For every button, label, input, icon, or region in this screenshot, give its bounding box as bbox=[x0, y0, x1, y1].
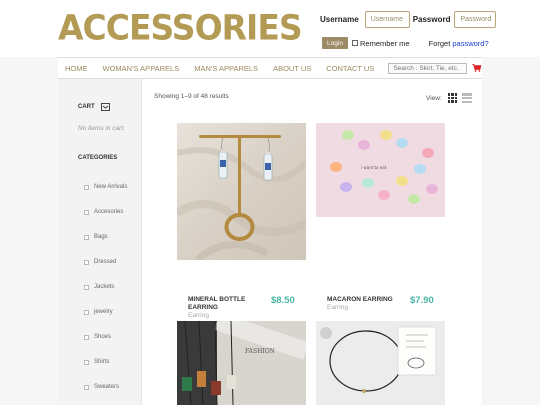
forgot-password-link[interactable]: password? bbox=[452, 39, 488, 48]
category-checkbox[interactable] bbox=[84, 309, 89, 315]
nav-home[interactable]: HOME bbox=[65, 64, 88, 73]
site-logo[interactable]: ACCESSORIES bbox=[58, 7, 303, 48]
cart-empty-message: No items in cart. bbox=[78, 125, 125, 132]
category-item[interactable]: New Arrivals bbox=[84, 184, 127, 190]
sidebar: CART No items in cart. CATEGORIES New Ar… bbox=[58, 79, 142, 405]
list-view-icon[interactable] bbox=[461, 93, 472, 103]
username-label: Username bbox=[320, 15, 359, 24]
product-listing: Showing 1–9 of 48 results View: MINERAL … bbox=[142, 79, 482, 405]
category-checkbox[interactable] bbox=[84, 209, 89, 215]
category-checkbox[interactable] bbox=[84, 284, 89, 290]
header: ACCESSORIES Username Username Password P… bbox=[0, 0, 540, 57]
category-item[interactable]: jewelry bbox=[84, 309, 113, 315]
category-checkbox[interactable] bbox=[84, 259, 89, 265]
product-image-macaron-earring[interactable]: i want to eat bbox=[316, 123, 445, 217]
category-label: Shoes bbox=[94, 334, 112, 340]
product-image-choker[interactable] bbox=[316, 321, 445, 405]
search-input[interactable]: Search : Skirt, Tie, etc. bbox=[388, 62, 468, 74]
product-name[interactable]: MACARON EARRING bbox=[327, 296, 397, 304]
results-count: Showing 1–9 of 48 results bbox=[154, 93, 229, 100]
shopping-cart-icon[interactable] bbox=[472, 63, 482, 73]
category-label: Dressed bbox=[94, 259, 117, 265]
category-checkbox[interactable] bbox=[84, 234, 89, 240]
product-image-necklaces[interactable]: FASHION bbox=[177, 321, 306, 405]
category-item[interactable]: Shirts bbox=[84, 359, 109, 365]
category-item[interactable]: Jackets bbox=[84, 284, 114, 290]
grid-view-icon[interactable] bbox=[447, 93, 458, 103]
category-item[interactable]: Accesories bbox=[84, 209, 123, 215]
main-nav: HOME WOMAN'S APPARELS MAN'S APPARELS ABO… bbox=[58, 57, 482, 79]
forgot-text: Forget bbox=[428, 38, 453, 48]
product-price: $8.50 bbox=[271, 295, 295, 306]
category-item[interactable]: Dressed bbox=[84, 259, 116, 265]
category-item[interactable]: Shoes bbox=[84, 334, 111, 340]
product-image-mineral-bottle-earring[interactable] bbox=[177, 123, 306, 260]
product-price: $7.90 bbox=[410, 295, 434, 306]
category-checkbox[interactable] bbox=[84, 359, 89, 365]
remember-me-label: Remember me bbox=[360, 38, 410, 48]
remember-me-checkbox[interactable] bbox=[352, 40, 358, 46]
category-checkbox[interactable] bbox=[84, 334, 89, 340]
view-label: View: bbox=[426, 94, 442, 102]
login-form: Username Username Password Password bbox=[320, 11, 497, 28]
nav-about-us[interactable]: ABOUT US bbox=[273, 64, 311, 73]
category-label: Sweaters bbox=[94, 384, 120, 390]
cart-box-icon bbox=[100, 103, 110, 111]
category-label: Shirts bbox=[94, 359, 110, 365]
username-input[interactable]: Username bbox=[364, 11, 410, 28]
product-name[interactable]: MINERAL BOTTLE EARRING bbox=[188, 296, 258, 312]
password-label: Password bbox=[412, 15, 451, 24]
nav-womans-apparels[interactable]: WOMAN'S APPARELS bbox=[103, 64, 180, 73]
forgot-password: Forget password? bbox=[429, 39, 489, 48]
category-label: jewelry bbox=[94, 309, 113, 315]
category-checkbox[interactable] bbox=[84, 384, 89, 390]
nav-contact-us[interactable]: CONTACT US bbox=[326, 64, 374, 73]
page: ACCESSORIES Username Username Password P… bbox=[0, 0, 540, 405]
categories-title: CATEGORIES bbox=[78, 155, 118, 161]
login-actions: Login Remember me Forget password? bbox=[322, 37, 489, 49]
category-item[interactable]: Bags bbox=[84, 234, 108, 240]
category-checkbox[interactable] bbox=[84, 184, 89, 190]
view-toggle: View: bbox=[426, 93, 472, 103]
category-label: Bags bbox=[94, 234, 108, 240]
macaron-card-text: i want to eat bbox=[361, 165, 387, 170]
sidebar-cart[interactable]: CART bbox=[78, 103, 110, 111]
fashion-magazine-text: FASHION bbox=[245, 348, 275, 355]
login-button[interactable]: Login bbox=[322, 37, 348, 49]
password-input[interactable]: Password bbox=[454, 11, 497, 28]
cart-label: CART bbox=[78, 104, 95, 110]
category-label: New Arrivals bbox=[94, 184, 128, 190]
product-category: Earring bbox=[327, 304, 348, 311]
product-category: Earring bbox=[188, 312, 209, 319]
category-label: Accesories bbox=[94, 209, 124, 215]
category-item[interactable]: Sweaters bbox=[84, 384, 119, 390]
category-label: Jackets bbox=[94, 284, 115, 290]
nav-mans-apparels[interactable]: MAN'S APPARELS bbox=[194, 64, 258, 73]
